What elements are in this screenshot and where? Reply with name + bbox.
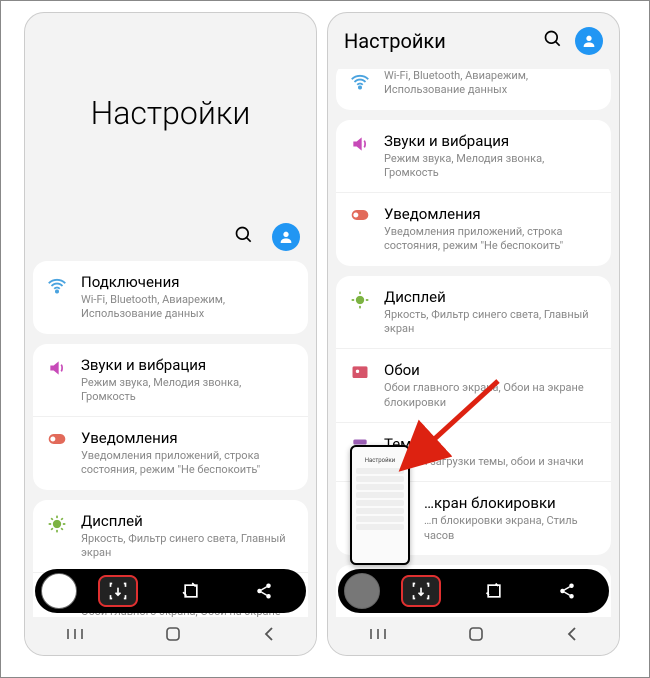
- item-title: Уведомления: [81, 429, 296, 447]
- share-button[interactable]: [244, 575, 284, 607]
- page-title: Настройки: [25, 13, 316, 213]
- display-icon: [45, 514, 69, 538]
- settings-item-notifications[interactable]: Уведомления Уведомления приложений, стро…: [33, 416, 308, 490]
- home-button[interactable]: [467, 625, 485, 647]
- item-subtitle: …п блокировки экрана, Стиль часов: [424, 514, 599, 543]
- phone-left: Настройки Подключения Wi-Fi, Bluetooth, …: [24, 12, 317, 656]
- item-title: Обои: [384, 361, 599, 379]
- notification-icon: [348, 207, 372, 231]
- settings-item-wallpaper[interactable]: Обои Обои главного экрана, Обои на экран…: [336, 348, 611, 422]
- item-subtitle: …ые для загрузки темы, обои и значки: [384, 455, 599, 469]
- settings-item-notifications[interactable]: Уведомления Уведомления приложений, стро…: [336, 192, 611, 266]
- preview-title: Настройки: [356, 457, 404, 464]
- item-title: Дисплей: [81, 512, 296, 530]
- item-title: Звуки и вибрация: [81, 356, 296, 374]
- scroll-capture-button[interactable]: [401, 575, 441, 607]
- recents-button[interactable]: [368, 626, 388, 646]
- notification-icon: [45, 431, 69, 455]
- item-subtitle: Уведомления приложений, строка состояния…: [384, 225, 599, 254]
- screenshot-thumbnail[interactable]: [41, 573, 77, 609]
- item-subtitle: Wi-Fi, Bluetooth, Авиарежим, Использован…: [384, 69, 599, 98]
- page-title-text: Настройки: [91, 94, 251, 132]
- item-subtitle: Режим звука, Мелодия звонка, Громкость: [384, 152, 599, 181]
- wifi-icon: [348, 71, 372, 95]
- home-button[interactable]: [164, 625, 182, 647]
- item-subtitle: Уведомления приложений, строка состояния…: [81, 449, 296, 478]
- item-subtitle: Режим звука, Мелодия звонка, Громкость: [81, 376, 296, 405]
- settings-item-connections[interactable]: Подключения Wi-Fi, Bluetooth, Авиарежим,…: [33, 261, 308, 334]
- settings-item-connections-partial[interactable]: Wi-Fi, Bluetooth, Авиарежим, Использован…: [336, 69, 611, 110]
- item-subtitle: Яркость, Фильтр синего света, Главный эк…: [81, 532, 296, 561]
- wallpaper-icon: [348, 363, 372, 387]
- header-tools: [25, 213, 316, 261]
- back-button[interactable]: [565, 626, 579, 646]
- search-icon[interactable]: [234, 225, 254, 249]
- item-title: Уведомления: [384, 205, 599, 223]
- item-subtitle: Обои главного экрана, Обои на экране бло…: [384, 381, 599, 410]
- share-button[interactable]: [547, 575, 587, 607]
- phone-right: Настройки Wi-Fi, Bluetooth, Авиарежим, И…: [327, 12, 620, 656]
- recents-button[interactable]: [65, 626, 85, 646]
- settings-item-sounds[interactable]: Звуки и вибрация Режим звука, Мелодия зв…: [336, 120, 611, 193]
- item-subtitle: Яркость, Фильтр синего света, Главный эк…: [384, 308, 599, 337]
- screenshot-thumbnail[interactable]: [344, 573, 380, 609]
- back-button[interactable]: [262, 626, 276, 646]
- settings-list: Wi-Fi, Bluetooth, Авиарежим, Использован…: [328, 69, 619, 655]
- page-title: Настройки: [344, 29, 531, 53]
- crop-button[interactable]: [474, 575, 514, 607]
- avatar[interactable]: [272, 223, 300, 251]
- screenshot-toolbar: [35, 569, 306, 613]
- sound-icon: [45, 358, 69, 382]
- item-title: Темы: [384, 435, 599, 453]
- crop-button[interactable]: [171, 575, 211, 607]
- nav-bar: [328, 617, 619, 655]
- header-compact: Настройки: [328, 13, 619, 69]
- settings-item-sounds[interactable]: Звуки и вибрация Режим звука, Мелодия зв…: [33, 344, 308, 417]
- wifi-icon: [45, 275, 69, 299]
- item-title: Дисплей: [384, 288, 599, 306]
- search-icon[interactable]: [543, 29, 563, 53]
- nav-bar: [25, 617, 316, 655]
- display-icon: [348, 290, 372, 314]
- item-title: Звуки и вибрация: [384, 132, 599, 150]
- avatar[interactable]: [575, 27, 603, 55]
- scroll-capture-button[interactable]: [98, 575, 138, 607]
- screenshot-preview[interactable]: Настройки: [350, 445, 410, 565]
- settings-item-display[interactable]: Дисплей Яркость, Фильтр синего света, Гл…: [336, 276, 611, 349]
- item-title: …кран блокировки: [424, 494, 599, 512]
- item-subtitle: Wi-Fi, Bluetooth, Авиарежим, Использован…: [81, 293, 296, 322]
- item-title: Подключения: [81, 273, 296, 291]
- screenshot-toolbar: [338, 569, 609, 613]
- sound-icon: [348, 134, 372, 158]
- settings-item-display[interactable]: Дисплей Яркость, Фильтр синего света, Гл…: [33, 500, 308, 573]
